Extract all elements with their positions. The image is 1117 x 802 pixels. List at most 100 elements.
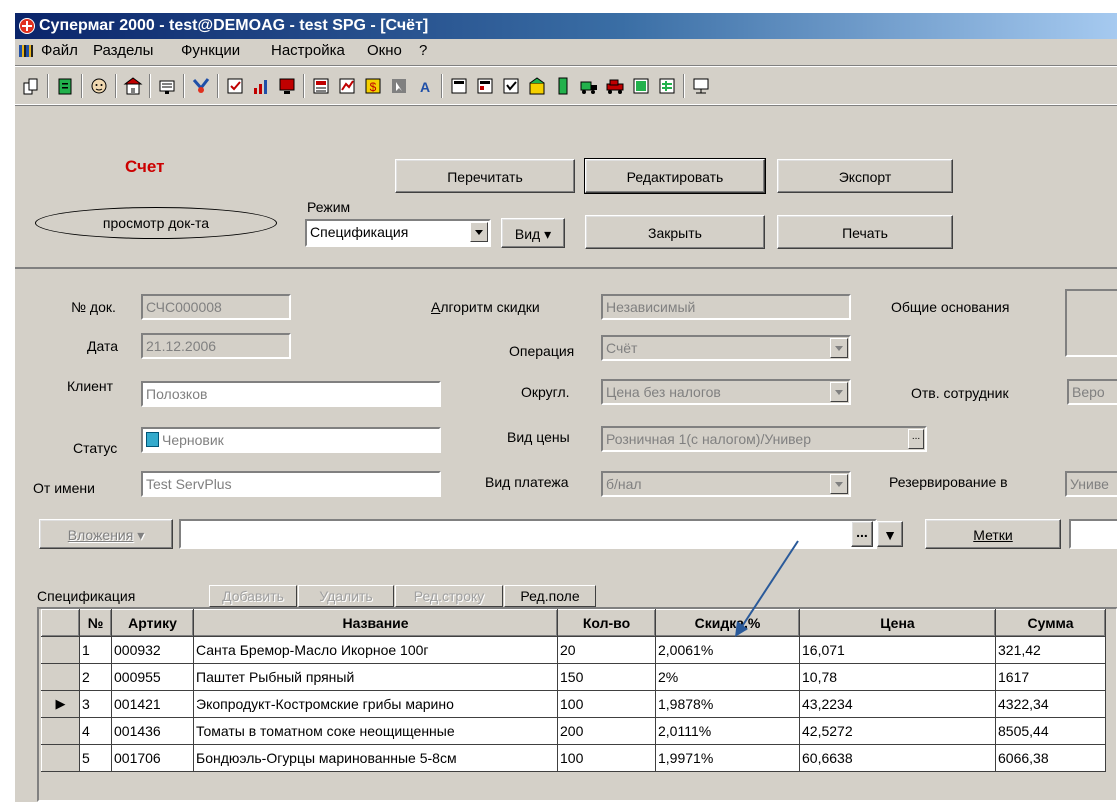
chevron-down-icon[interactable]: [470, 222, 488, 242]
column-header[interactable]: Название: [193, 609, 558, 637]
menu-functions[interactable]: Функции: [179, 39, 242, 63]
edit-row-button[interactable]: Ред.строку: [395, 585, 503, 607]
table-cell[interactable]: 2,0111%: [655, 717, 800, 745]
table-cell[interactable]: 100: [557, 690, 656, 718]
general-basis-field[interactable]: [1065, 289, 1117, 357]
cash-register-icon[interactable]: [157, 76, 177, 96]
table-cell[interactable]: 43,2234: [799, 690, 996, 718]
discount-algo-field[interactable]: Независимый: [601, 294, 851, 320]
client-field[interactable]: Полозков: [141, 381, 441, 407]
table-cell[interactable]: Томаты в томатном соке неощищенные: [193, 717, 558, 745]
attachments-dropdown-button[interactable]: ▼: [877, 521, 903, 547]
font-icon[interactable]: A: [415, 76, 435, 96]
table-cell[interactable]: 001706: [111, 744, 194, 772]
table-cell[interactable]: 4: [79, 717, 112, 745]
price-type-field[interactable]: Розничная 1(с налогом)/Универ...: [601, 426, 927, 452]
add-row-button[interactable]: Добавить: [209, 585, 297, 607]
column-header[interactable]: Цена: [799, 609, 996, 637]
chart-icon[interactable]: [251, 76, 271, 96]
chevron-down-icon[interactable]: [830, 338, 848, 358]
document-green-icon[interactable]: [55, 76, 75, 96]
table-cell[interactable]: 60,6638: [799, 744, 996, 772]
menu-settings[interactable]: Настройка: [269, 39, 347, 63]
table-cell[interactable]: 4322,34: [995, 690, 1106, 718]
rounding-select[interactable]: Цена без налогов: [601, 379, 851, 405]
tags-field[interactable]: [1069, 519, 1117, 549]
cursor-icon[interactable]: [389, 76, 409, 96]
table-cell[interactable]: 001436: [111, 717, 194, 745]
column-header[interactable]: Артику: [111, 609, 194, 637]
table-cell[interactable]: 2%: [655, 663, 800, 691]
windows-icon[interactable]: [21, 76, 41, 96]
table-cell[interactable]: 100: [557, 744, 656, 772]
payment-select[interactable]: б/нал: [601, 471, 851, 497]
box-icon[interactable]: [527, 76, 547, 96]
form-icon[interactable]: [449, 76, 469, 96]
table-cell[interactable]: 2: [79, 663, 112, 691]
responsible-field[interactable]: Веро: [1067, 379, 1117, 405]
edit-field-button[interactable]: Ред.поле: [504, 585, 596, 607]
doc-no-field[interactable]: СЧС000008: [141, 294, 291, 320]
table-cell[interactable]: 000932: [111, 636, 194, 664]
person-icon[interactable]: [89, 76, 109, 96]
tags-button[interactable]: Метки: [925, 519, 1061, 549]
reload-button[interactable]: Перечитать: [395, 159, 575, 193]
mode-select[interactable]: Спецификация: [305, 219, 491, 247]
table-cell[interactable]: 1617: [995, 663, 1106, 691]
menu-sections[interactable]: Разделы: [91, 39, 155, 63]
row-indicator[interactable]: [41, 717, 80, 745]
report-chart-icon[interactable]: [337, 76, 357, 96]
chevron-down-icon[interactable]: [830, 474, 848, 494]
form3-icon[interactable]: [501, 76, 521, 96]
menu-window[interactable]: Окно: [365, 39, 404, 63]
column-header[interactable]: №: [79, 609, 112, 637]
battery-icon[interactable]: [553, 76, 573, 96]
table-cell[interactable]: 6066,38: [995, 744, 1106, 772]
status-field[interactable]: Черновик: [141, 427, 441, 453]
reserve-field[interactable]: Униве: [1065, 471, 1117, 497]
money-icon[interactable]: $: [363, 76, 383, 96]
tools-icon[interactable]: [191, 76, 211, 96]
table-row[interactable]: 1 000932 Санта Бремор-Масло Икорное 100г 20…: [41, 636, 1106, 664]
table-cell[interactable]: 000955: [111, 663, 194, 691]
network-icon[interactable]: [691, 76, 711, 96]
table-cell[interactable]: Паштет Рыбный пряный: [193, 663, 558, 691]
table-cell[interactable]: 5: [79, 744, 112, 772]
table-cell[interactable]: Санта Бремор-Масло Икорное 100г: [193, 636, 558, 664]
row-indicator[interactable]: [41, 636, 80, 664]
delete-row-button[interactable]: Удалить: [298, 585, 394, 607]
car-icon[interactable]: [605, 76, 625, 96]
store-icon[interactable]: [123, 76, 143, 96]
attachments-button[interactable]: Вложения ▾: [39, 519, 173, 549]
date-field[interactable]: 21.12.2006: [141, 333, 291, 359]
table-cell[interactable]: 1: [79, 636, 112, 664]
current-row-arrow-icon[interactable]: ▶: [41, 690, 80, 718]
close-button[interactable]: Закрыть: [585, 215, 765, 249]
table-cell[interactable]: 16,071: [799, 636, 996, 664]
monitor-icon[interactable]: [277, 76, 297, 96]
table-row[interactable]: 4 001436 Томаты в томатном соке неощищенны…: [41, 717, 1106, 745]
sheet-icon[interactable]: [631, 76, 651, 96]
export-button[interactable]: Экспорт: [777, 159, 953, 193]
table-cell[interactable]: 200: [557, 717, 656, 745]
from-field[interactable]: Test ServPlus: [141, 471, 441, 497]
table-cell[interactable]: 1,9971%: [655, 744, 800, 772]
chevron-down-icon[interactable]: [830, 382, 848, 402]
view-button[interactable]: Вид ▾: [501, 218, 565, 248]
row-indicator[interactable]: [41, 744, 80, 772]
title-bar[interactable]: Супермаг 2000 - test@DEMOAG - test SPG -…: [15, 13, 1117, 39]
ellipsis-button[interactable]: ...: [908, 429, 924, 449]
sheet2-icon[interactable]: [657, 76, 677, 96]
operation-select[interactable]: Счёт: [601, 335, 851, 361]
form2-icon[interactable]: [475, 76, 495, 96]
print-button[interactable]: Печать: [777, 215, 953, 249]
table-cell[interactable]: 321,42: [995, 636, 1106, 664]
column-header[interactable]: Кол-во: [557, 609, 656, 637]
table-cell[interactable]: Бондюэль-Огурцы маринованные 5-8см: [193, 744, 558, 772]
attachments-ellipsis-button[interactable]: ...: [851, 521, 873, 547]
table-cell[interactable]: 42,5272: [799, 717, 996, 745]
checklist-icon[interactable]: [225, 76, 245, 96]
column-header[interactable]: Сумма: [995, 609, 1106, 637]
table-cell[interactable]: 150: [557, 663, 656, 691]
truck-icon[interactable]: [579, 76, 599, 96]
